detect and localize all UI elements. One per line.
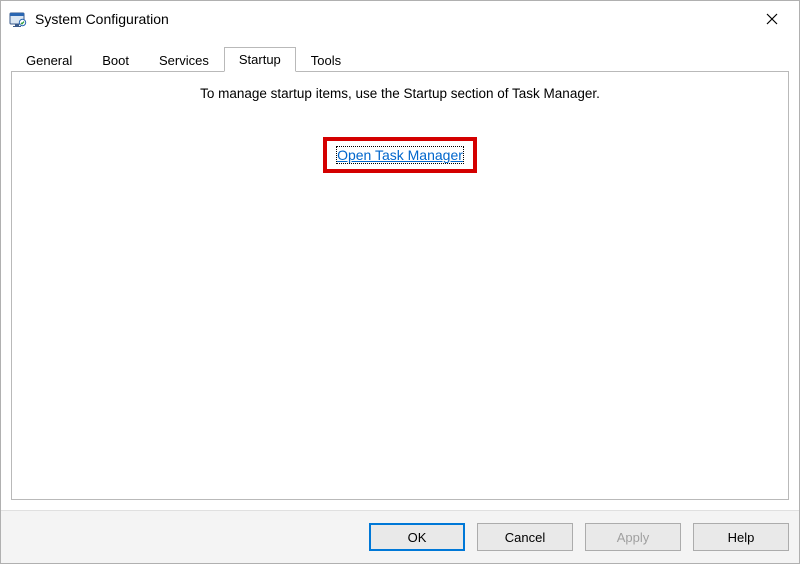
close-icon (766, 13, 778, 25)
open-task-manager-container: Open Task Manager (22, 137, 778, 173)
help-button[interactable]: Help (693, 523, 789, 551)
titlebar: System Configuration (1, 1, 799, 37)
system-configuration-window: System Configuration General Boot Servic… (0, 0, 800, 564)
tab-tools[interactable]: Tools (296, 48, 356, 72)
dialog-button-bar: OK Cancel Apply Help (1, 510, 799, 563)
tab-boot[interactable]: Boot (87, 48, 144, 72)
startup-instruction-text: To manage startup items, use the Startup… (22, 86, 778, 101)
startup-tab-panel: To manage startup items, use the Startup… (11, 71, 789, 500)
annotation-highlight: Open Task Manager (323, 137, 477, 173)
close-button[interactable] (749, 3, 795, 35)
window-title: System Configuration (35, 11, 749, 27)
tab-startup[interactable]: Startup (224, 47, 296, 72)
tab-general[interactable]: General (11, 48, 87, 72)
client-area: General Boot Services Startup Tools To m… (1, 37, 799, 510)
tab-strip: General Boot Services Startup Tools (11, 45, 789, 71)
apply-button[interactable]: Apply (585, 523, 681, 551)
ok-button[interactable]: OK (369, 523, 465, 551)
open-task-manager-link[interactable]: Open Task Manager (337, 147, 463, 163)
msconfig-icon (9, 10, 27, 28)
cancel-button[interactable]: Cancel (477, 523, 573, 551)
tab-services[interactable]: Services (144, 48, 224, 72)
